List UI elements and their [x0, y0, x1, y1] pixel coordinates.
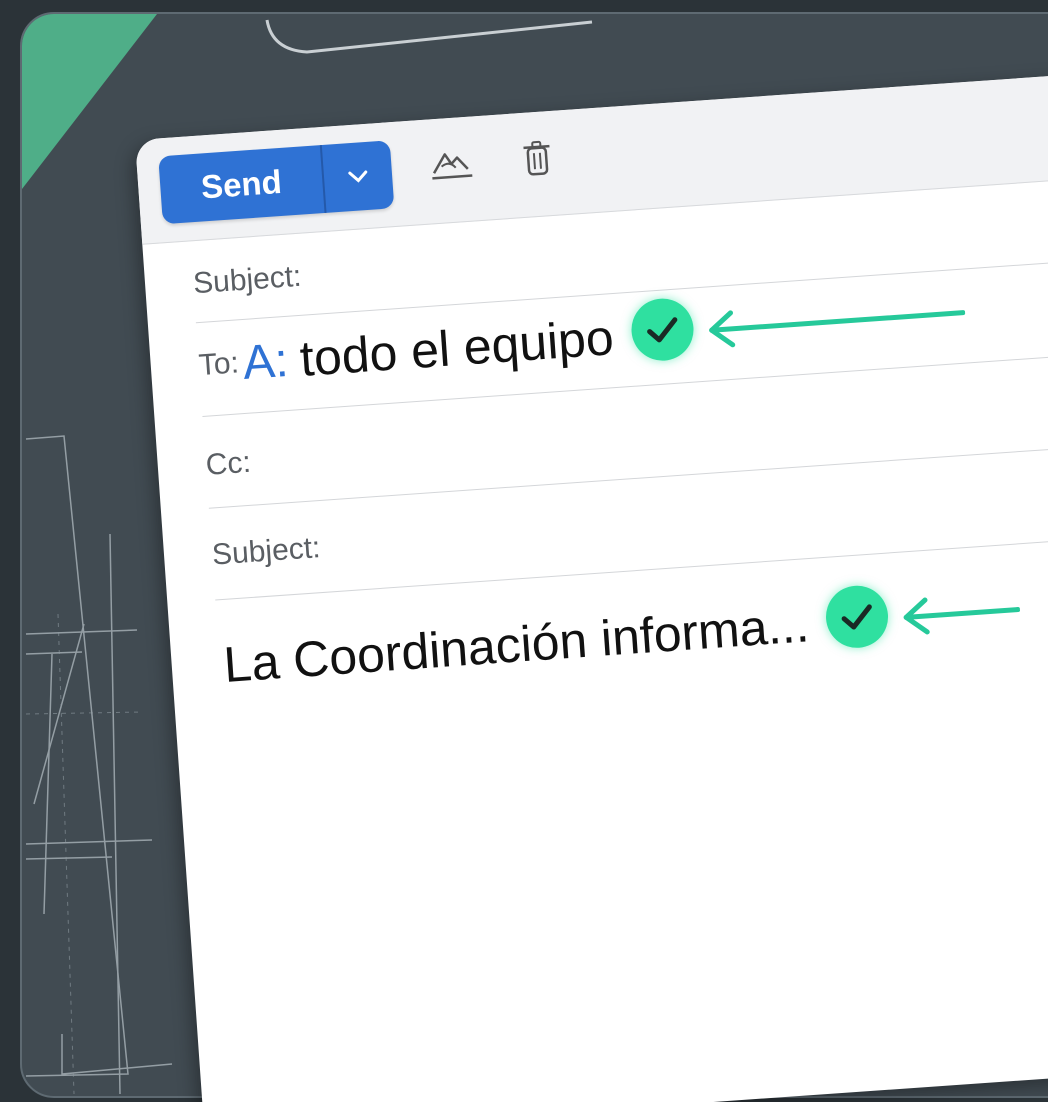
- send-button[interactable]: Send: [158, 145, 324, 224]
- cc-label: Cc:: [204, 445, 252, 482]
- message-body-text: La Coordinación informa...: [221, 596, 811, 694]
- chevron-down-icon: [348, 170, 368, 183]
- to-recipient: todo el equipo: [298, 309, 616, 387]
- compose-window: Send Subject: To: A: todo el equipo Cc: …: [135, 73, 1048, 1102]
- delete-button[interactable]: [521, 139, 554, 184]
- subject-label: Subject:: [210, 531, 322, 572]
- send-button-group: Send: [158, 140, 395, 225]
- message-body[interactable]: La Coordinación informa...: [222, 578, 1023, 696]
- to-prefix: A:: [241, 333, 290, 390]
- send-options-button[interactable]: [319, 140, 395, 213]
- subject-label-top: Subject:: [192, 259, 303, 301]
- arrow-left-icon: [904, 597, 1021, 635]
- to-label: To:: [197, 346, 240, 383]
- arrow-left-icon: [708, 310, 966, 348]
- trash-icon: [523, 140, 550, 176]
- screenshot-stage: Send Subject: To: A: todo el equipo Cc: …: [0, 0, 1048, 1102]
- signature-icon: [432, 153, 473, 180]
- check-icon: [824, 583, 891, 650]
- signature-button[interactable]: [428, 144, 475, 186]
- check-icon: [628, 296, 696, 363]
